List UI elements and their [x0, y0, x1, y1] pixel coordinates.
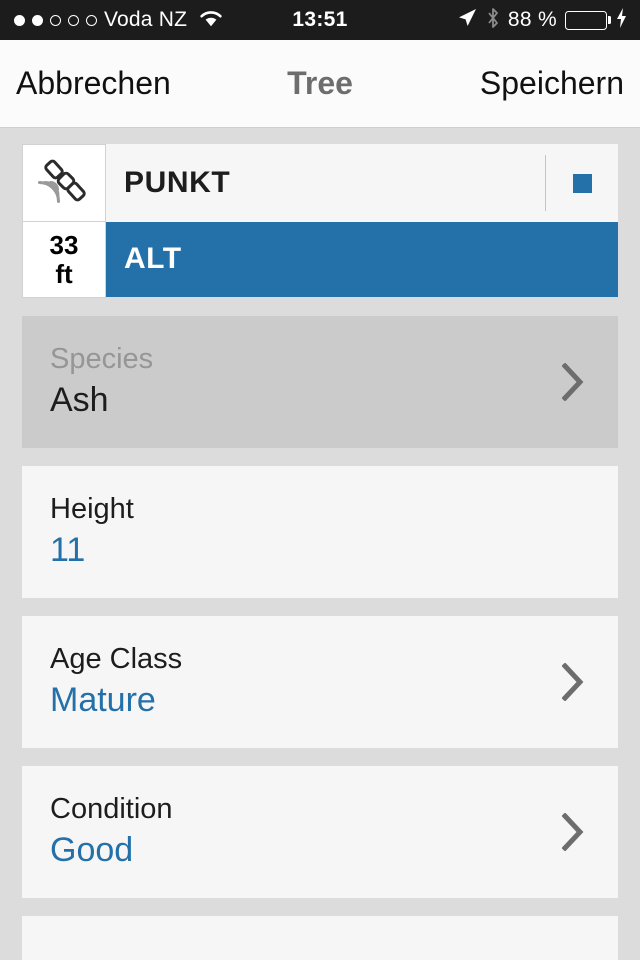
- bluetooth-icon: [486, 7, 500, 34]
- field-label-age-class: Age Class: [50, 643, 183, 676]
- point-label: PUNKT: [124, 166, 231, 199]
- satellite-icon: [37, 156, 91, 211]
- gps-accuracy-unit: ft: [55, 258, 73, 289]
- wifi-icon: [198, 8, 224, 33]
- alt-row[interactable]: ALT: [106, 221, 618, 297]
- navigation-bar: Abbrechen Tree Speichern: [0, 40, 640, 128]
- lightning-bolt-icon: [615, 7, 628, 34]
- field-text-height: Height 11: [22, 493, 134, 570]
- alt-label: ALT: [124, 242, 182, 275]
- chevron-right-icon: [561, 662, 584, 702]
- gps-left-column: 33 ft: [22, 144, 106, 298]
- field-text-age-class: Age Class Mature: [22, 643, 183, 720]
- field-value-age-class: Mature: [50, 681, 156, 720]
- field-value-species: Ash: [50, 381, 109, 420]
- point-row-right: [545, 144, 618, 222]
- point-row[interactable]: PUNKT: [106, 144, 618, 222]
- status-bar: Voda NZ 13:51 88 %: [0, 0, 640, 40]
- gps-accuracy-cell[interactable]: 33 ft: [22, 222, 106, 298]
- battery-cap: [608, 16, 611, 24]
- signal-dot-1: [14, 14, 25, 26]
- signal-dot-2: [32, 14, 43, 26]
- signal-dot-3: [50, 14, 61, 26]
- gps-right-column: PUNKT ALT: [106, 144, 618, 298]
- status-bar-right: 88 %: [456, 7, 640, 34]
- gps-header-widget: 33 ft PUNKT ALT: [22, 144, 618, 298]
- field-text-condition: Condition Good: [22, 793, 173, 870]
- field-value-height: 11: [50, 531, 86, 570]
- clock-label: 13:51: [292, 8, 348, 31]
- field-row-age-class[interactable]: Age Class Mature: [22, 616, 618, 748]
- battery-percent-label: 88 %: [507, 8, 557, 31]
- chevron-right-icon: [561, 362, 584, 402]
- field-label-condition: Condition: [50, 793, 173, 826]
- status-bar-left: Voda NZ: [0, 8, 224, 33]
- signal-dot-5: [86, 14, 97, 26]
- point-color-swatch-wrap[interactable]: [546, 173, 618, 193]
- field-row-description[interactable]: Description: [22, 916, 618, 960]
- cancel-button[interactable]: Abbrechen: [0, 65, 187, 102]
- location-arrow-icon: [456, 7, 478, 34]
- carrier-label: Voda NZ: [104, 8, 188, 31]
- battery-icon: [565, 10, 611, 30]
- satellite-status-cell[interactable]: [22, 144, 106, 222]
- signal-strength-dots: [14, 14, 97, 26]
- form-content: 33 ft PUNKT ALT Species Ash Height 11 Ag…: [0, 128, 640, 960]
- field-row-condition[interactable]: Condition Good: [22, 766, 618, 898]
- field-label-height: Height: [50, 493, 134, 526]
- gps-accuracy-value: 33: [49, 230, 79, 261]
- field-row-height[interactable]: Height 11: [22, 466, 618, 598]
- signal-dot-4: [68, 14, 79, 26]
- field-label-species: Species: [50, 343, 154, 376]
- point-color-swatch: [572, 173, 592, 193]
- field-text-species: Species Ash: [22, 343, 154, 420]
- field-value-condition: Good: [50, 831, 134, 870]
- chevron-right-icon: [561, 812, 584, 852]
- field-row-species[interactable]: Species Ash: [22, 316, 618, 448]
- save-button[interactable]: Speichern: [464, 65, 640, 102]
